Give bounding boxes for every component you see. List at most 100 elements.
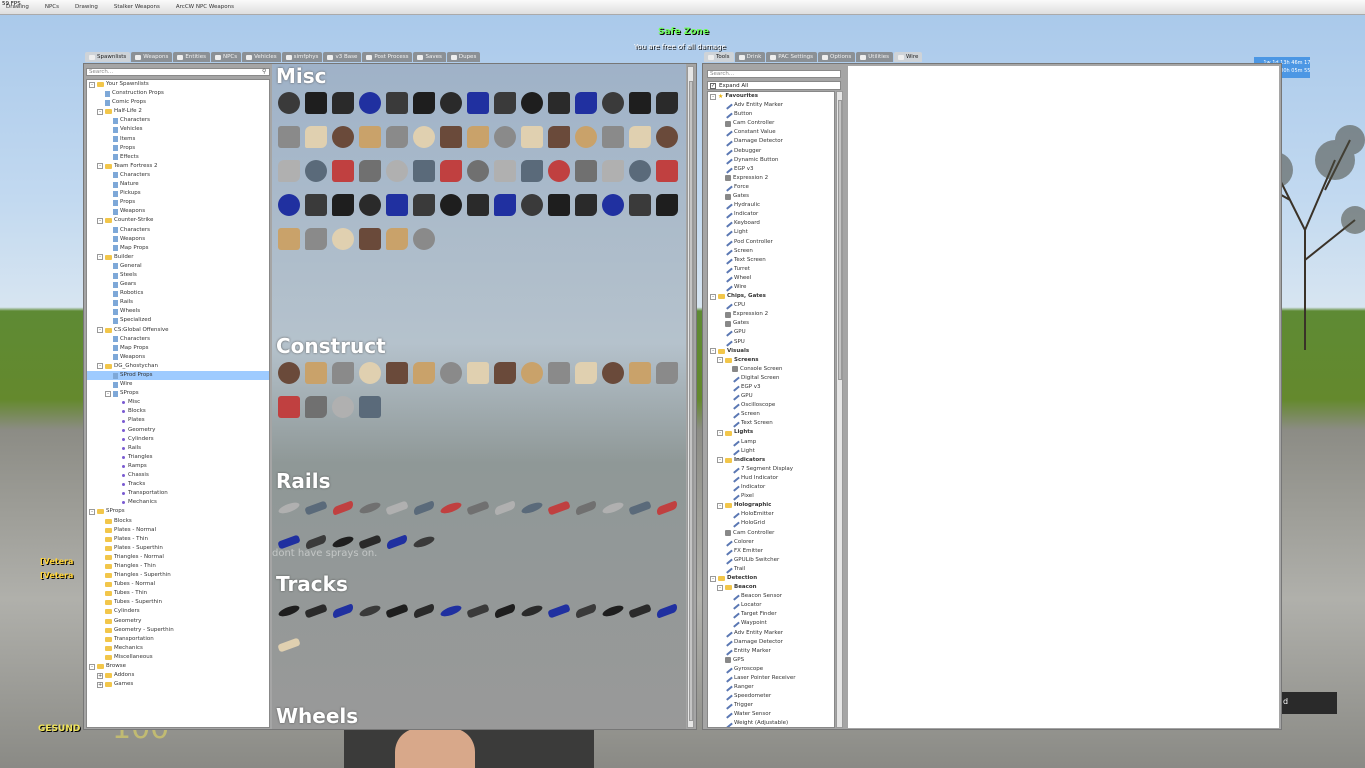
prop-spawnicon[interactable] [357, 158, 383, 184]
tree-node[interactable]: Screen [708, 410, 834, 419]
tree-node[interactable]: 7 Segment Display [708, 465, 834, 474]
collapse-icon[interactable]: - [710, 348, 716, 355]
prop-spawnicon[interactable] [438, 192, 464, 218]
tree-node[interactable]: Locator [708, 601, 834, 610]
tree-node[interactable]: - ★ Favourites [708, 92, 834, 101]
prop-spawnicon[interactable] [465, 495, 491, 521]
tab-v3-base[interactable]: v3 Base [323, 52, 362, 62]
tab-post-process[interactable]: Post Process [362, 52, 413, 62]
tree-node[interactable]: Characters [87, 226, 269, 235]
tab-utilities[interactable]: Utilities [856, 52, 893, 62]
collapse-icon[interactable]: - [97, 163, 103, 170]
tool-tree-scrollbar[interactable] [836, 91, 843, 728]
prop-spawnicon[interactable] [303, 394, 329, 420]
prop-spawnicon[interactable] [519, 124, 545, 150]
prop-spawnicon[interactable] [465, 192, 491, 218]
tree-node[interactable]: - Detection [708, 574, 834, 583]
prop-spawnicon[interactable] [600, 124, 626, 150]
prop-spawnicon[interactable] [546, 124, 572, 150]
tree-node[interactable]: - DG_Ghostychan [87, 362, 269, 371]
tree-node[interactable]: Screen [708, 246, 834, 256]
tree-node[interactable]: - Indicators [708, 456, 834, 465]
collapse-icon[interactable]: - [89, 81, 95, 88]
tree-node[interactable]: Gates [708, 192, 834, 201]
tree-node[interactable]: HoloGrid [708, 519, 834, 529]
tree-node[interactable]: Blocks [87, 407, 269, 416]
tree-node[interactable]: SPU [708, 337, 834, 347]
tree-node[interactable]: Blocks [87, 517, 269, 526]
collapse-icon[interactable]: - [717, 457, 723, 464]
tree-node[interactable]: Specialized [87, 316, 269, 325]
prop-spawnicon[interactable] [546, 598, 572, 624]
tree-node[interactable]: Cylinders [87, 435, 269, 444]
tree-node[interactable]: - Chips, Gates [708, 292, 834, 301]
tree-node[interactable]: Trigger [708, 701, 834, 710]
tree-node[interactable]: - Screens [708, 356, 834, 365]
prop-spawnicon[interactable] [357, 124, 383, 150]
expand-all-checkbox[interactable]: ✓ Expand All [707, 81, 841, 90]
collapse-icon[interactable]: - [97, 217, 103, 224]
prop-spawnicon[interactable] [276, 90, 302, 116]
prop-spawnicon[interactable] [303, 90, 329, 116]
tree-node[interactable]: Hud Indicator [708, 474, 834, 483]
collapse-icon[interactable]: - [717, 502, 723, 509]
collapse-icon[interactable]: - [710, 575, 716, 582]
prop-spawnicon[interactable] [438, 598, 464, 624]
tree-node[interactable]: Map Props [87, 244, 269, 253]
prop-spawnicon[interactable] [438, 158, 464, 184]
prop-spawnicon[interactable] [465, 360, 491, 386]
tree-node[interactable]: - Your Spawnlists [87, 80, 269, 89]
prop-spawnicon[interactable] [411, 495, 437, 521]
tree-node[interactable]: - Lights [708, 428, 834, 437]
tree-node[interactable]: Transportation [87, 489, 269, 498]
tab-saves[interactable]: Saves [413, 52, 446, 62]
tree-node[interactable]: Light [708, 447, 834, 456]
prop-spawnicon[interactable] [573, 192, 599, 218]
tree-node[interactable]: - Holographic [708, 501, 834, 510]
prop-spawnicon[interactable] [276, 394, 302, 420]
prop-spawnicon[interactable] [627, 598, 653, 624]
tree-node[interactable]: Mechanics [87, 644, 269, 653]
prop-spawnicon[interactable] [627, 90, 653, 116]
tree-node[interactable]: Triangles - Thin [87, 562, 269, 571]
tab-entities[interactable]: Entities [173, 52, 210, 62]
tree-node[interactable]: Hydraulic [708, 201, 834, 210]
tree-node[interactable]: Items [87, 135, 269, 144]
prop-spawnicon[interactable] [303, 158, 329, 184]
prop-spawnicon[interactable] [357, 360, 383, 386]
tree-node[interactable]: - Visuals [708, 347, 834, 356]
tree-node[interactable]: Colorer [708, 537, 834, 547]
prop-spawnicon[interactable] [654, 124, 680, 150]
prop-spawnicon[interactable] [465, 158, 491, 184]
collapse-icon[interactable]: - [710, 293, 716, 300]
prop-spawnicon[interactable] [303, 360, 329, 386]
tab-tools[interactable]: Tools [704, 52, 734, 62]
prop-spawnicon[interactable] [276, 124, 302, 150]
prop-spawnicon[interactable] [600, 598, 626, 624]
tree-node[interactable]: Indicator [708, 210, 834, 219]
prop-spawnicon[interactable] [411, 598, 437, 624]
tree-node[interactable]: Props [87, 198, 269, 207]
tree-node[interactable]: Damage Detector [708, 137, 834, 147]
tree-node[interactable]: Ranger [708, 683, 834, 692]
spawnlist-scrollbar[interactable] [687, 66, 694, 728]
tree-node[interactable]: Steels [87, 271, 269, 280]
tab-pac-settings[interactable]: PAC Settings [766, 52, 818, 62]
tree-node[interactable]: Wheel [708, 274, 834, 283]
prop-spawnicon[interactable] [330, 192, 356, 218]
tree-node[interactable]: Tracks [87, 480, 269, 489]
prop-spawnicon[interactable] [519, 598, 545, 624]
tab-dupes[interactable]: Dupes [446, 52, 481, 62]
prop-spawnicon[interactable] [627, 124, 653, 150]
prop-spawnicon[interactable] [330, 394, 356, 420]
prop-spawnicon[interactable] [546, 192, 572, 218]
tree-node[interactable]: Beacon Sensor [708, 592, 834, 601]
prop-spawnicon[interactable] [600, 158, 626, 184]
tree-node[interactable]: HoloEmitter [708, 510, 834, 520]
tree-node[interactable]: - Beacon [708, 583, 834, 592]
tree-node[interactable]: CPU [708, 301, 834, 310]
tree-node[interactable]: Cam Controller [708, 119, 834, 128]
tree-node[interactable]: Gears [87, 280, 269, 289]
search-icon[interactable]: ⚲ [262, 68, 266, 75]
tree-node[interactable]: Weapons [87, 353, 269, 362]
